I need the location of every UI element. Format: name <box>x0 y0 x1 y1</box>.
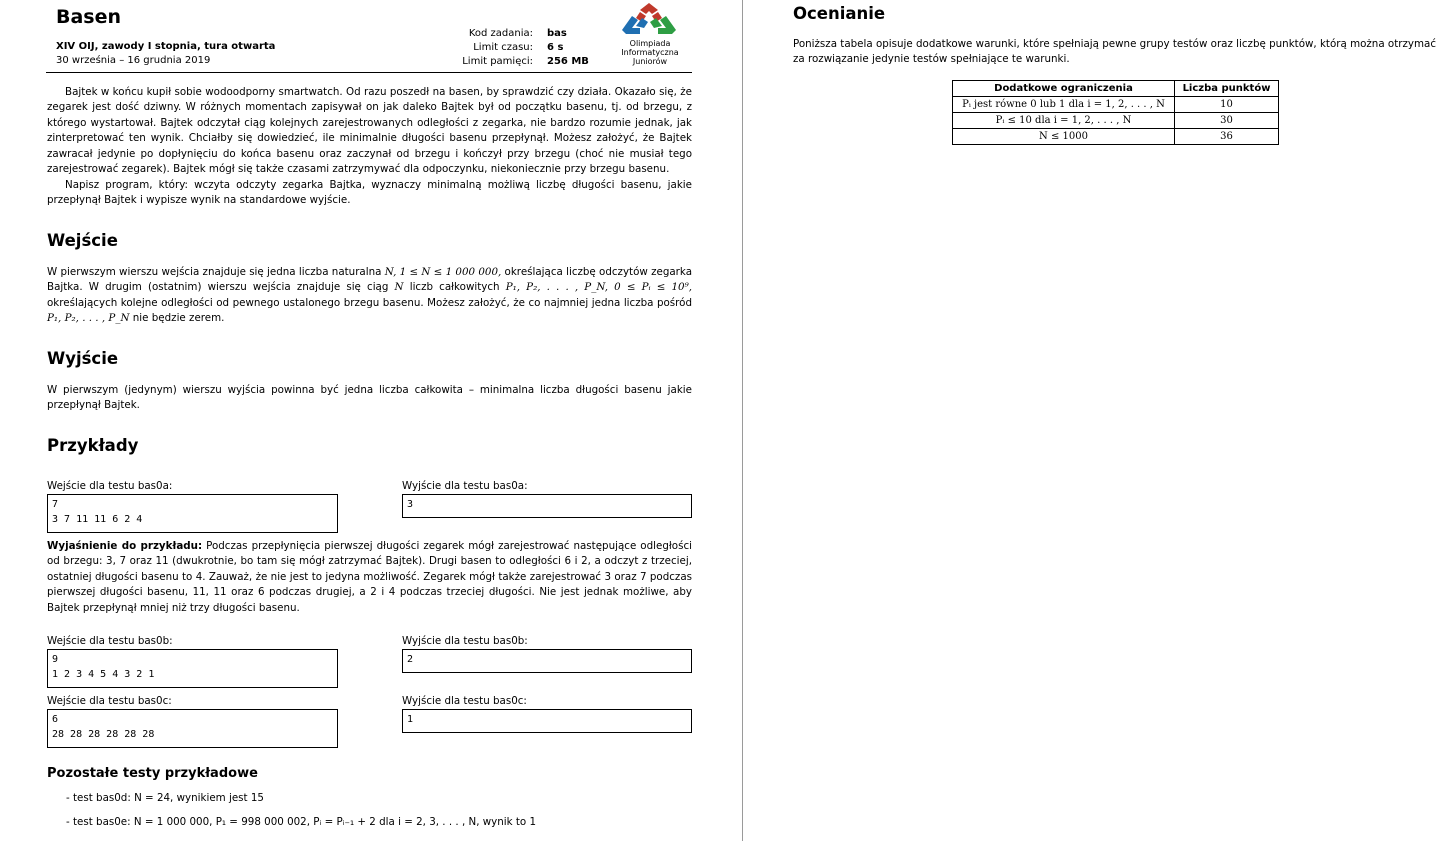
table-row: Pᵢ ≤ 10 dla i = 1, 2, . . . , N 30 <box>952 112 1279 129</box>
meta-label-memory: Limit pamięci: <box>462 56 533 67</box>
scoring-table-header: Dodatkowe ograniczenia Liczba punktów <box>952 80 1279 97</box>
input-math-3: P₁, P₂, . . . , P_N, 0 ≤ Pᵢ ≤ 10⁹, <box>505 281 692 294</box>
contest-dates: 30 września – 16 grudnia 2019 <box>56 55 211 66</box>
example-c-input-box: 6 28 28 28 28 28 28 <box>47 709 338 748</box>
input-heading: Wejście <box>47 231 118 250</box>
statement-paragraph-2: Napisz program, który: wczyta odczyty ze… <box>47 179 692 207</box>
examples-heading: Przykłady <box>47 436 139 455</box>
logo-line-2: Informatyczna <box>621 48 679 57</box>
right-page: Ocenianie Poniższa tabela opisuje dodatk… <box>743 0 1452 841</box>
meta-value-time: 6 s <box>547 42 564 53</box>
logo-line-1: Olimpiada <box>629 39 671 48</box>
scoring-cond-cell: Pᵢ ≤ 10 dla i = 1, 2, . . . , N <box>952 112 1175 129</box>
example-a-input-box: 7 3 7 11 11 6 2 4 <box>47 494 338 533</box>
example-b-input-box: 9 1 2 3 4 5 4 3 2 1 <box>47 649 338 688</box>
left-page: Basen XIV OIJ, zawody I stopnia, tura ot… <box>0 0 742 841</box>
input-math-2: N <box>394 281 404 294</box>
explanation-label: Wyjaśnienie do przykładu: <box>47 540 203 552</box>
output-description: W pierwszym (jedynym) wierszu wyjścia po… <box>47 384 692 412</box>
contest-name: XIV OIJ, zawody I stopnia, tura otwarta <box>56 41 276 52</box>
input-text-5: nie będzie zerem. <box>129 312 225 325</box>
scoring-col-conditions: Dodatkowe ograniczenia <box>952 80 1175 97</box>
scoring-description: Poniższa tabela opisuje dodatkowe warunk… <box>793 38 1436 66</box>
other-tests-heading: Pozostałe testy przykładowe <box>47 766 258 781</box>
header-rule <box>46 72 692 73</box>
scoring-col-points: Liczba punktów <box>1174 80 1279 97</box>
logo-text: Olimpiada Informatyczna Juniorów <box>610 39 690 66</box>
example-b-input-label: Wejście dla testu bas0b: <box>47 635 173 647</box>
meta-label-time: Limit czasu: <box>473 42 533 53</box>
example-a-input-label: Wejście dla testu bas0a: <box>47 480 173 492</box>
other-test-item-d: - test bas0d: N = 24, wynikiem jest 15 <box>66 792 264 804</box>
table-row: N ≤ 1000 36 <box>952 128 1279 145</box>
scoring-points-cell: 30 <box>1174 112 1279 129</box>
task-title: Basen <box>56 6 122 28</box>
scoring-points-cell: 36 <box>1174 128 1279 145</box>
statement-paragraph-1: Bajtek w końcu kupił sobie wodoodporny s… <box>47 86 692 176</box>
input-text-4: określających kolejne odległości od pewn… <box>47 296 692 309</box>
scoring-points-cell: 10 <box>1174 96 1279 113</box>
example-explanation: Wyjaśnienie do przykładu: Podczas przepł… <box>47 539 692 616</box>
input-text-1: W pierwszym wierszu wejścia znajduje się… <box>47 266 385 278</box>
scoring-cond-cell: N ≤ 1000 <box>952 128 1175 145</box>
logo-line-3: Juniorów <box>632 57 668 66</box>
example-a-output-label: Wyjście dla testu bas0a: <box>402 480 528 492</box>
scoring-heading: Ocenianie <box>793 4 886 23</box>
example-c-output-label: Wyjście dla testu bas0c: <box>402 695 527 707</box>
scoring-cond-cell: Pᵢ jest równe 0 lub 1 dla i = 1, 2, . . … <box>952 96 1175 113</box>
table-row: Pᵢ jest równe 0 lub 1 dla i = 1, 2, . . … <box>952 96 1279 113</box>
meta-labels: Kod zadania: Limit czasu: Limit pamięci: <box>440 27 533 69</box>
meta-label-code: Kod zadania: <box>468 28 533 39</box>
example-b-output-box: 2 <box>402 649 692 673</box>
example-c-input-label: Wejście dla testu bas0c: <box>47 695 172 707</box>
output-heading: Wyjście <box>47 349 119 368</box>
other-test-item-e: - test bas0e: N = 1 000 000, P₁ = 998 00… <box>66 816 537 828</box>
input-description: W pierwszym wierszu wejścia znajduje się… <box>47 265 692 327</box>
example-b-output-label: Wyjście dla testu bas0b: <box>402 635 528 647</box>
meta-value-code: bas <box>547 28 567 39</box>
input-text-3: liczb całkowitych <box>403 281 506 294</box>
input-math-1: N, 1 ≤ N ≤ 1 000 000, <box>384 266 502 278</box>
example-a-output-box: 3 <box>402 494 692 518</box>
scoring-table: Dodatkowe ograniczenia Liczba punktów Pᵢ… <box>952 80 1279 145</box>
input-math-4: P₁, P₂, . . . , P_N <box>47 312 130 325</box>
meta-value-memory: 256 MB <box>547 56 589 67</box>
example-c-output-box: 1 <box>402 709 692 733</box>
oij-logo-icon <box>622 3 676 34</box>
meta-values: bas 6 s 256 MB <box>547 27 589 69</box>
